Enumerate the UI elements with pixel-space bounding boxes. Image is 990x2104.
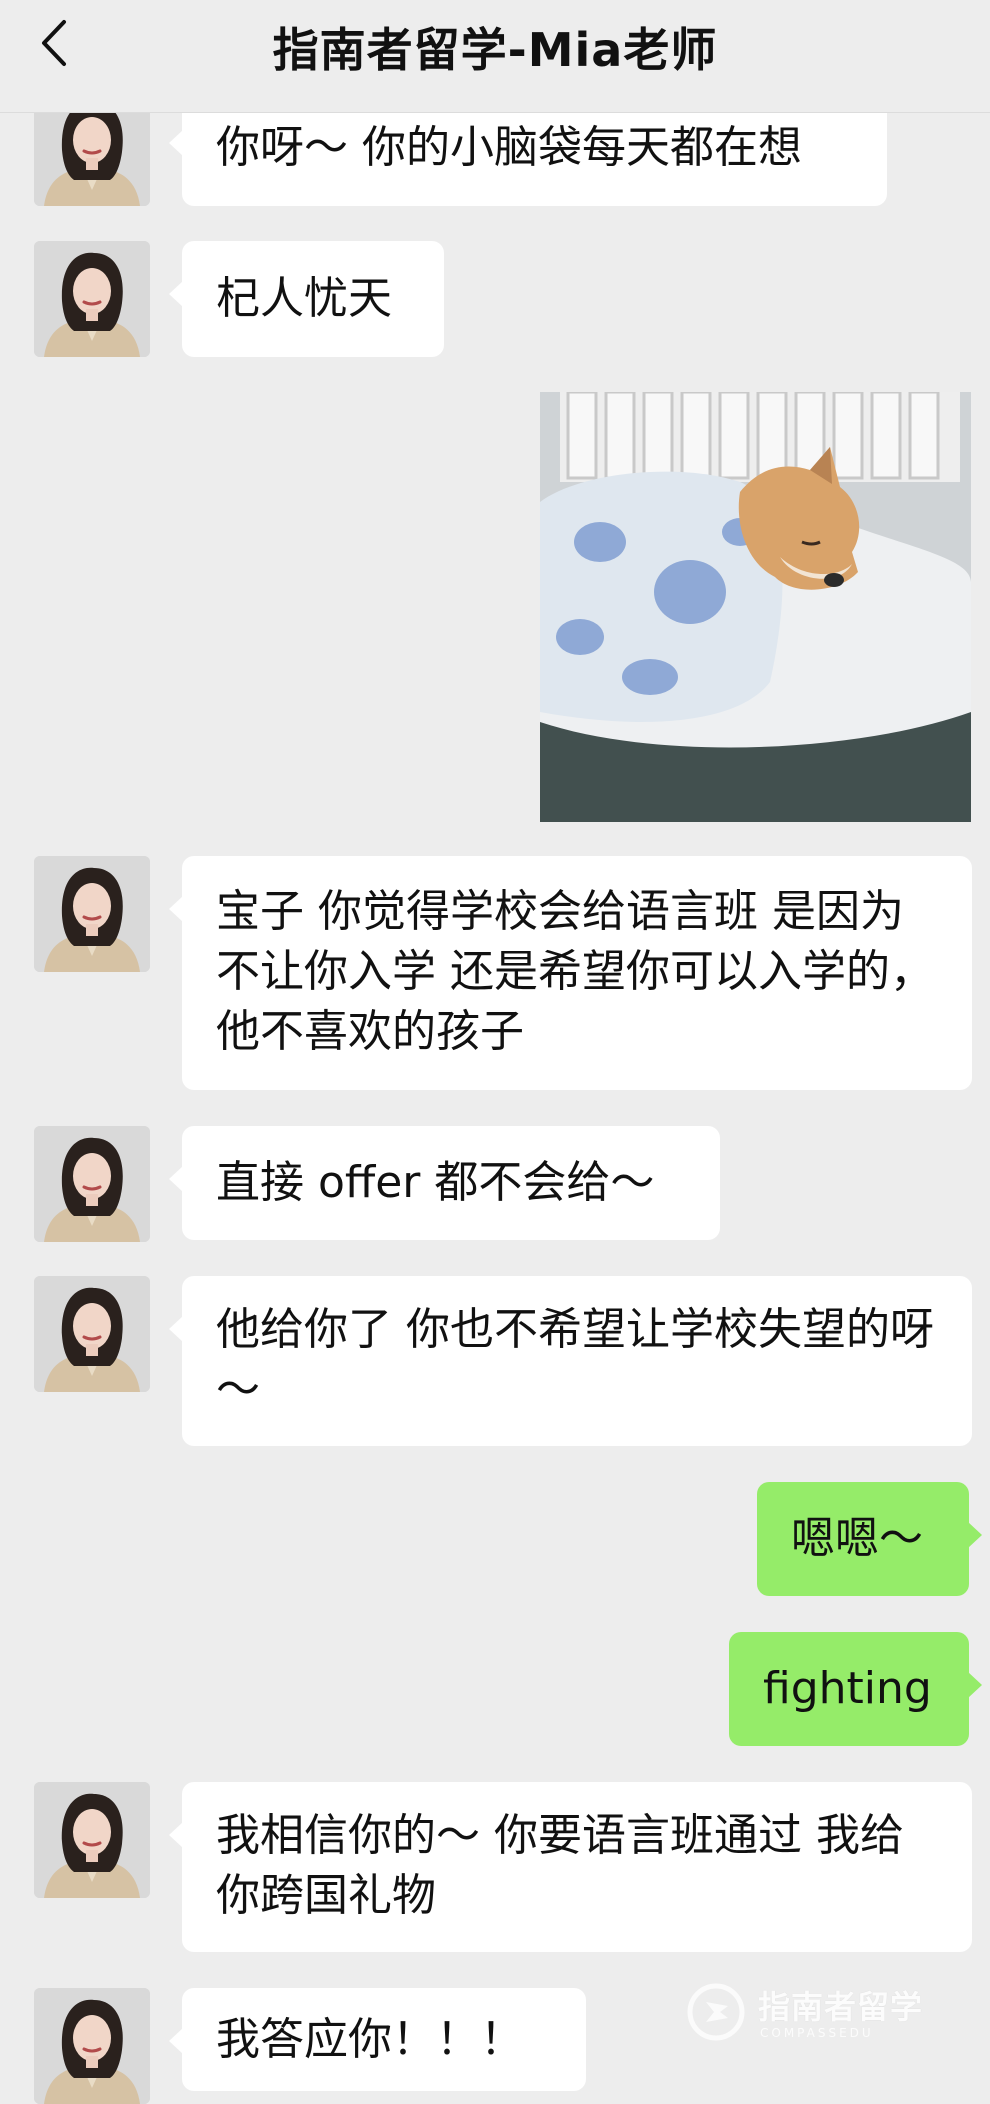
watermark-text: 指南者留学 [758, 1988, 924, 2026]
message-bubble[interactable]: 我相信你的～ 你要语言班通过 我给你跨国礼物 [169, 1782, 972, 1952]
watermark: 指南者留学 COMPASSEDU [686, 1982, 926, 2052]
chat-header: 指南者留学-Mia老师 [0, 0, 990, 113]
avatar[interactable] [34, 856, 150, 972]
message-bubble[interactable]: 我答应你！！！ [169, 1988, 586, 2091]
sleeping-shiba-sticker[interactable] [540, 392, 971, 822]
message-bubble[interactable]: 他给你了 你也不希望让学校失望的呀～ [169, 1276, 972, 1446]
avatar[interactable] [34, 241, 150, 357]
message-bubble[interactable]: 杞人忧天 [169, 241, 444, 357]
avatar[interactable] [34, 1782, 150, 1898]
message-bubble[interactable]: 直接 offer 都不会给～ [169, 1126, 720, 1240]
avatar[interactable] [34, 1126, 150, 1242]
message-bubble-sent[interactable]: fighting [729, 1632, 982, 1746]
message-bubble[interactable]: 宝子 你觉得学校会给语言班 是因为不让你入学 还是希望你可以入学的，他不喜欢的孩… [169, 856, 972, 1090]
compass-logo-icon [687, 1983, 745, 2041]
message-bubble-sent[interactable]: 嗯嗯～ [757, 1482, 982, 1596]
avatar[interactable] [34, 1276, 150, 1392]
watermark-sub: COMPASSEDU [760, 2026, 874, 2040]
chat-title: 指南者留学-Mia老师 [272, 23, 718, 77]
avatar[interactable] [34, 1988, 150, 2104]
